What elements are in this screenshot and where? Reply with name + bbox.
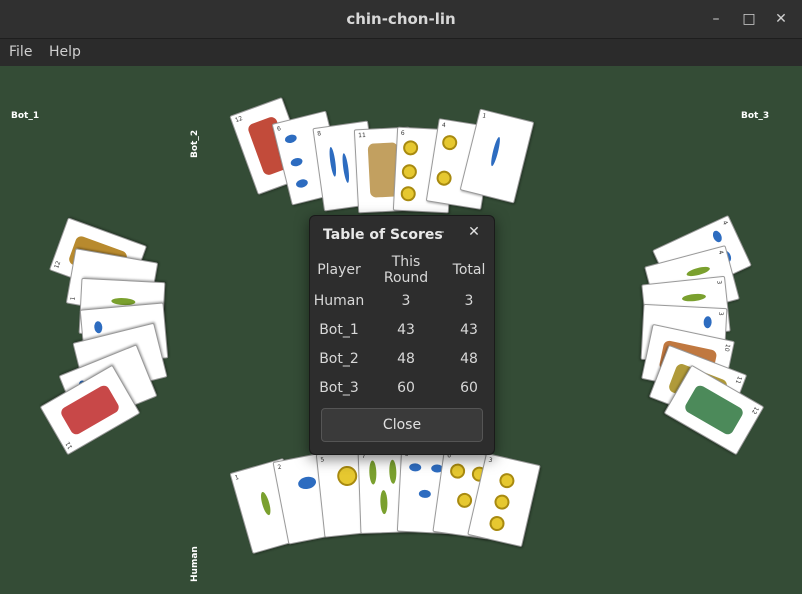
- table-header-row: Player This Round Total: [310, 254, 494, 286]
- close-icon[interactable]: ✕: [467, 224, 481, 240]
- close-icon[interactable]: ✕: [771, 9, 791, 29]
- minimize-icon[interactable]: –: [706, 9, 726, 29]
- menu-help[interactable]: Help: [49, 44, 81, 60]
- table-row: Human 3 3: [310, 286, 494, 315]
- table-row: Bot_1 43 43: [310, 315, 494, 344]
- dialog-title: Table of Scores: [323, 227, 443, 243]
- scores-table: Player This Round Total Human 3 3 Bot_1 …: [310, 254, 494, 402]
- cell-player: Bot_1: [319, 321, 359, 338]
- title-bar: chin-chon-lin – □ ✕: [0, 0, 802, 39]
- minimize-icon[interactable]: –: [434, 224, 448, 240]
- cell-total: 3: [464, 292, 474, 309]
- player-label-bot2: Bot_2: [190, 129, 200, 158]
- cell-round: 43: [397, 321, 415, 338]
- player-label-bot3: Bot_3: [741, 111, 770, 121]
- scores-dialog: Table of Scores – ✕ Player This Round To…: [309, 215, 495, 455]
- close-button[interactable]: Close: [321, 408, 483, 442]
- window-title: chin-chon-lin: [346, 10, 456, 28]
- cell-player: Bot_2: [319, 350, 359, 367]
- cell-round: 48: [397, 350, 415, 367]
- column-header-total: Total: [452, 262, 486, 278]
- column-header-round: This Round: [383, 254, 429, 286]
- maximize-icon[interactable]: □: [739, 9, 759, 29]
- table-row: Bot_3 60 60: [310, 373, 494, 402]
- menu-bar: File Help: [0, 39, 802, 66]
- cell-total: 43: [460, 321, 478, 338]
- table-row: Bot_2 48 48: [310, 344, 494, 373]
- player-label-bot1: Bot_1: [11, 111, 40, 121]
- column-header-player: Player: [317, 262, 361, 278]
- cell-total: 48: [460, 350, 478, 367]
- cell-round: 60: [397, 379, 415, 396]
- cell-total: 60: [460, 379, 478, 396]
- menu-file[interactable]: File: [9, 44, 32, 60]
- cell-player: Human: [313, 292, 365, 309]
- cell-player: Bot_3: [319, 379, 359, 396]
- player-label-human: Human: [190, 546, 200, 582]
- cell-round: 3: [401, 292, 411, 309]
